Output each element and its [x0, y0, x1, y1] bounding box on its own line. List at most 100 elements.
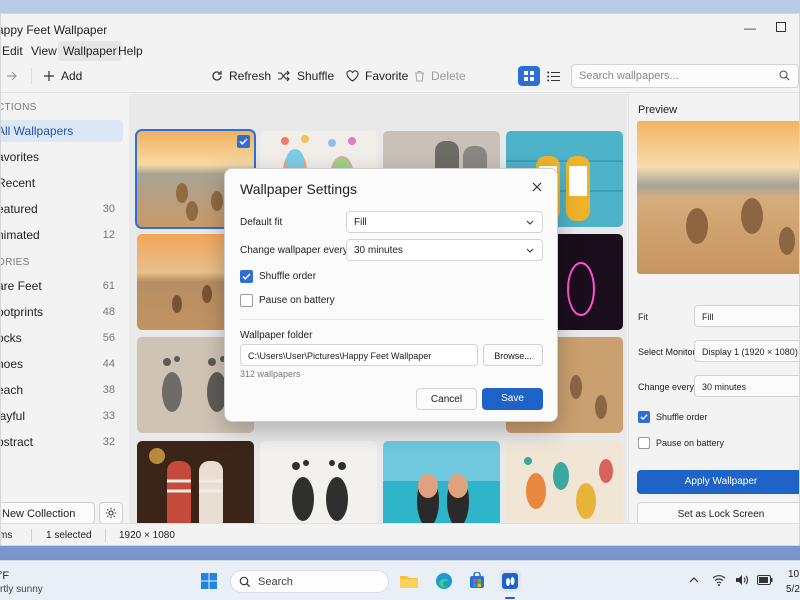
status-bar: ms 1 selected 1920 × 1080 — [0, 523, 799, 545]
clock-date[interactable]: 5/2 — [786, 584, 800, 595]
dialog-folder-path-field[interactable]: C:\Users\User\Pictures\Happy Feet Wallpa… — [240, 344, 478, 366]
apply-wallpaper-button[interactable]: Apply Wallpaper — [637, 470, 799, 494]
dialog-battery-label: Pause on battery — [259, 295, 335, 306]
chevron-down-icon — [526, 248, 534, 253]
search-input[interactable] — [572, 65, 762, 87]
minimize-icon[interactable]: — — [743, 21, 757, 35]
sidebar-settings-button[interactable] — [99, 502, 123, 524]
sidebar-item-all-wallpapers[interactable]: All Wallpapers — [1, 120, 123, 142]
active-app-indicator — [505, 597, 515, 599]
status-items: ms — [0, 530, 13, 541]
toolbar-divider — [1, 92, 799, 93]
search-icon — [239, 576, 251, 588]
preview-change-label: Change every — [638, 382, 695, 392]
preview-shuffle-label: Shuffle order — [656, 412, 708, 422]
refresh-icon — [212, 71, 222, 81]
store-icon[interactable] — [466, 570, 488, 592]
sidebar-item-recent[interactable]: Recent — [1, 172, 123, 194]
sidebar-item-beach[interactable]: each38 — [1, 379, 123, 401]
sidebar-item-featured[interactable]: eatured 30 — [1, 198, 123, 220]
new-collection-button[interactable]: New Collection — [1, 502, 95, 524]
weather-description[interactable]: rtly sunny — [0, 584, 43, 595]
preview-pane: Preview Fit Fill Select Monitor Display … — [628, 94, 799, 526]
gear-icon — [105, 507, 117, 519]
favorite-button[interactable]: Favorite — [346, 64, 408, 88]
list-view-icon — [546, 71, 560, 81]
menu-help[interactable]: Help — [113, 41, 148, 61]
wifi-icon[interactable] — [712, 574, 726, 589]
dialog-divider — [240, 319, 544, 320]
maximize-icon[interactable] — [774, 21, 788, 35]
status-resolution: 1920 × 1080 — [119, 530, 175, 541]
title-bar: appy Feet Wallpaper — — [1, 14, 799, 44]
wallpaper-settings-dialog: Wallpaper Settings Default fit Fill Chan… — [224, 168, 558, 422]
refresh-button[interactable]: Refresh — [211, 64, 271, 88]
chevron-down-icon — [526, 220, 534, 225]
save-button[interactable]: Save — [482, 388, 543, 410]
browse-button[interactable]: Browse... — [483, 344, 543, 366]
sidebar-item-abstract[interactable]: bstract 32 — [1, 431, 123, 453]
dialog-fit-label: Default fit — [240, 217, 283, 228]
sidebar-item-favorites[interactable]: avorites — [1, 146, 123, 168]
sidebar-item-shoes[interactable]: hoes44 — [1, 353, 123, 375]
heart-icon — [346, 70, 359, 82]
shuffle-button[interactable]: Shuffle — [277, 64, 334, 88]
preview-battery-label: Pause on battery — [656, 438, 725, 448]
preview-battery-checkbox[interactable] — [638, 437, 650, 449]
dialog-folder-label: Wallpaper folder — [240, 330, 313, 341]
tray-chevron-up-icon[interactable] — [688, 574, 700, 588]
battery-icon[interactable] — [757, 574, 773, 588]
search-icon — [779, 70, 790, 81]
happy-feet-app-icon[interactable] — [499, 570, 521, 592]
preview-fit-select[interactable]: Fill — [694, 305, 799, 327]
dialog-fit-select[interactable]: Fill — [346, 211, 543, 233]
grid-view-button[interactable] — [518, 66, 540, 86]
preview-shuffle-checkbox[interactable] — [638, 411, 650, 423]
forward-icon[interactable] — [6, 64, 18, 88]
shuffle-icon — [278, 70, 290, 82]
preview-change-select[interactable]: 30 minutes — [694, 375, 799, 397]
menu-edit[interactable]: Edit — [1, 41, 28, 61]
dialog-change-label: Change wallpaper every — [240, 245, 348, 256]
dialog-title: Wallpaper Settings — [240, 181, 357, 197]
preview-monitor-select[interactable]: Display 1 (1920 × 1080) — [694, 340, 799, 362]
window-title: appy Feet Wallpaper — [0, 23, 108, 37]
section-categories-header: ories — [0, 257, 30, 268]
cancel-button[interactable]: Cancel — [416, 388, 477, 410]
file-explorer-icon[interactable] — [398, 570, 420, 592]
edge-browser-icon[interactable] — [433, 570, 455, 592]
section-collections-header: ctions — [0, 102, 37, 113]
sidebar-item-footprints[interactable]: ootprints 48 — [1, 301, 123, 323]
dialog-battery-checkbox[interactable] — [240, 294, 253, 307]
dialog-shuffle-label: Shuffle order — [259, 271, 317, 282]
delete-button[interactable]: Delete — [414, 64, 466, 88]
menu-view[interactable]: View — [26, 41, 62, 61]
sidebar-item-animated[interactable]: nimated 12 — [1, 224, 123, 246]
preview-image — [637, 121, 799, 274]
close-icon[interactable] — [530, 180, 544, 194]
weather-temperature[interactable]: °F — [0, 570, 9, 582]
trash-icon — [415, 70, 424, 82]
plus-icon — [44, 71, 54, 81]
volume-icon[interactable] — [735, 574, 749, 589]
sidebar-item-playful[interactable]: layful33 — [1, 405, 123, 427]
preview-title: Preview — [638, 104, 678, 116]
grid-view-icon — [524, 71, 534, 81]
add-button[interactable]: Add — [43, 64, 82, 88]
search-box[interactable] — [571, 64, 799, 88]
clock-time[interactable]: 10 — [788, 569, 799, 580]
start-icon[interactable] — [198, 570, 220, 592]
list-view-button[interactable] — [542, 66, 564, 86]
preview-monitor-label: Select Monitor — [638, 347, 696, 357]
preview-fit-label: Fit — [638, 312, 648, 322]
sidebar-item-socks[interactable]: ocks56 — [1, 327, 123, 349]
dialog-change-select[interactable]: 30 minutes — [346, 239, 543, 261]
dialog-shuffle-checkbox[interactable] — [240, 270, 253, 283]
sidebar-item-bare-feet[interactable]: are Feet 61 — [1, 275, 123, 297]
sidebar: ctions All Wallpapers avorites Recent ea… — [0, 94, 128, 524]
taskbar: °F rtly sunny Search 10 5/2 — [0, 560, 800, 600]
selected-check-icon — [237, 135, 250, 148]
taskbar-search[interactable]: Search — [230, 570, 389, 593]
status-selected: 1 selected — [46, 530, 92, 541]
dialog-wallpaper-count: 312 wallpapers — [240, 369, 301, 379]
